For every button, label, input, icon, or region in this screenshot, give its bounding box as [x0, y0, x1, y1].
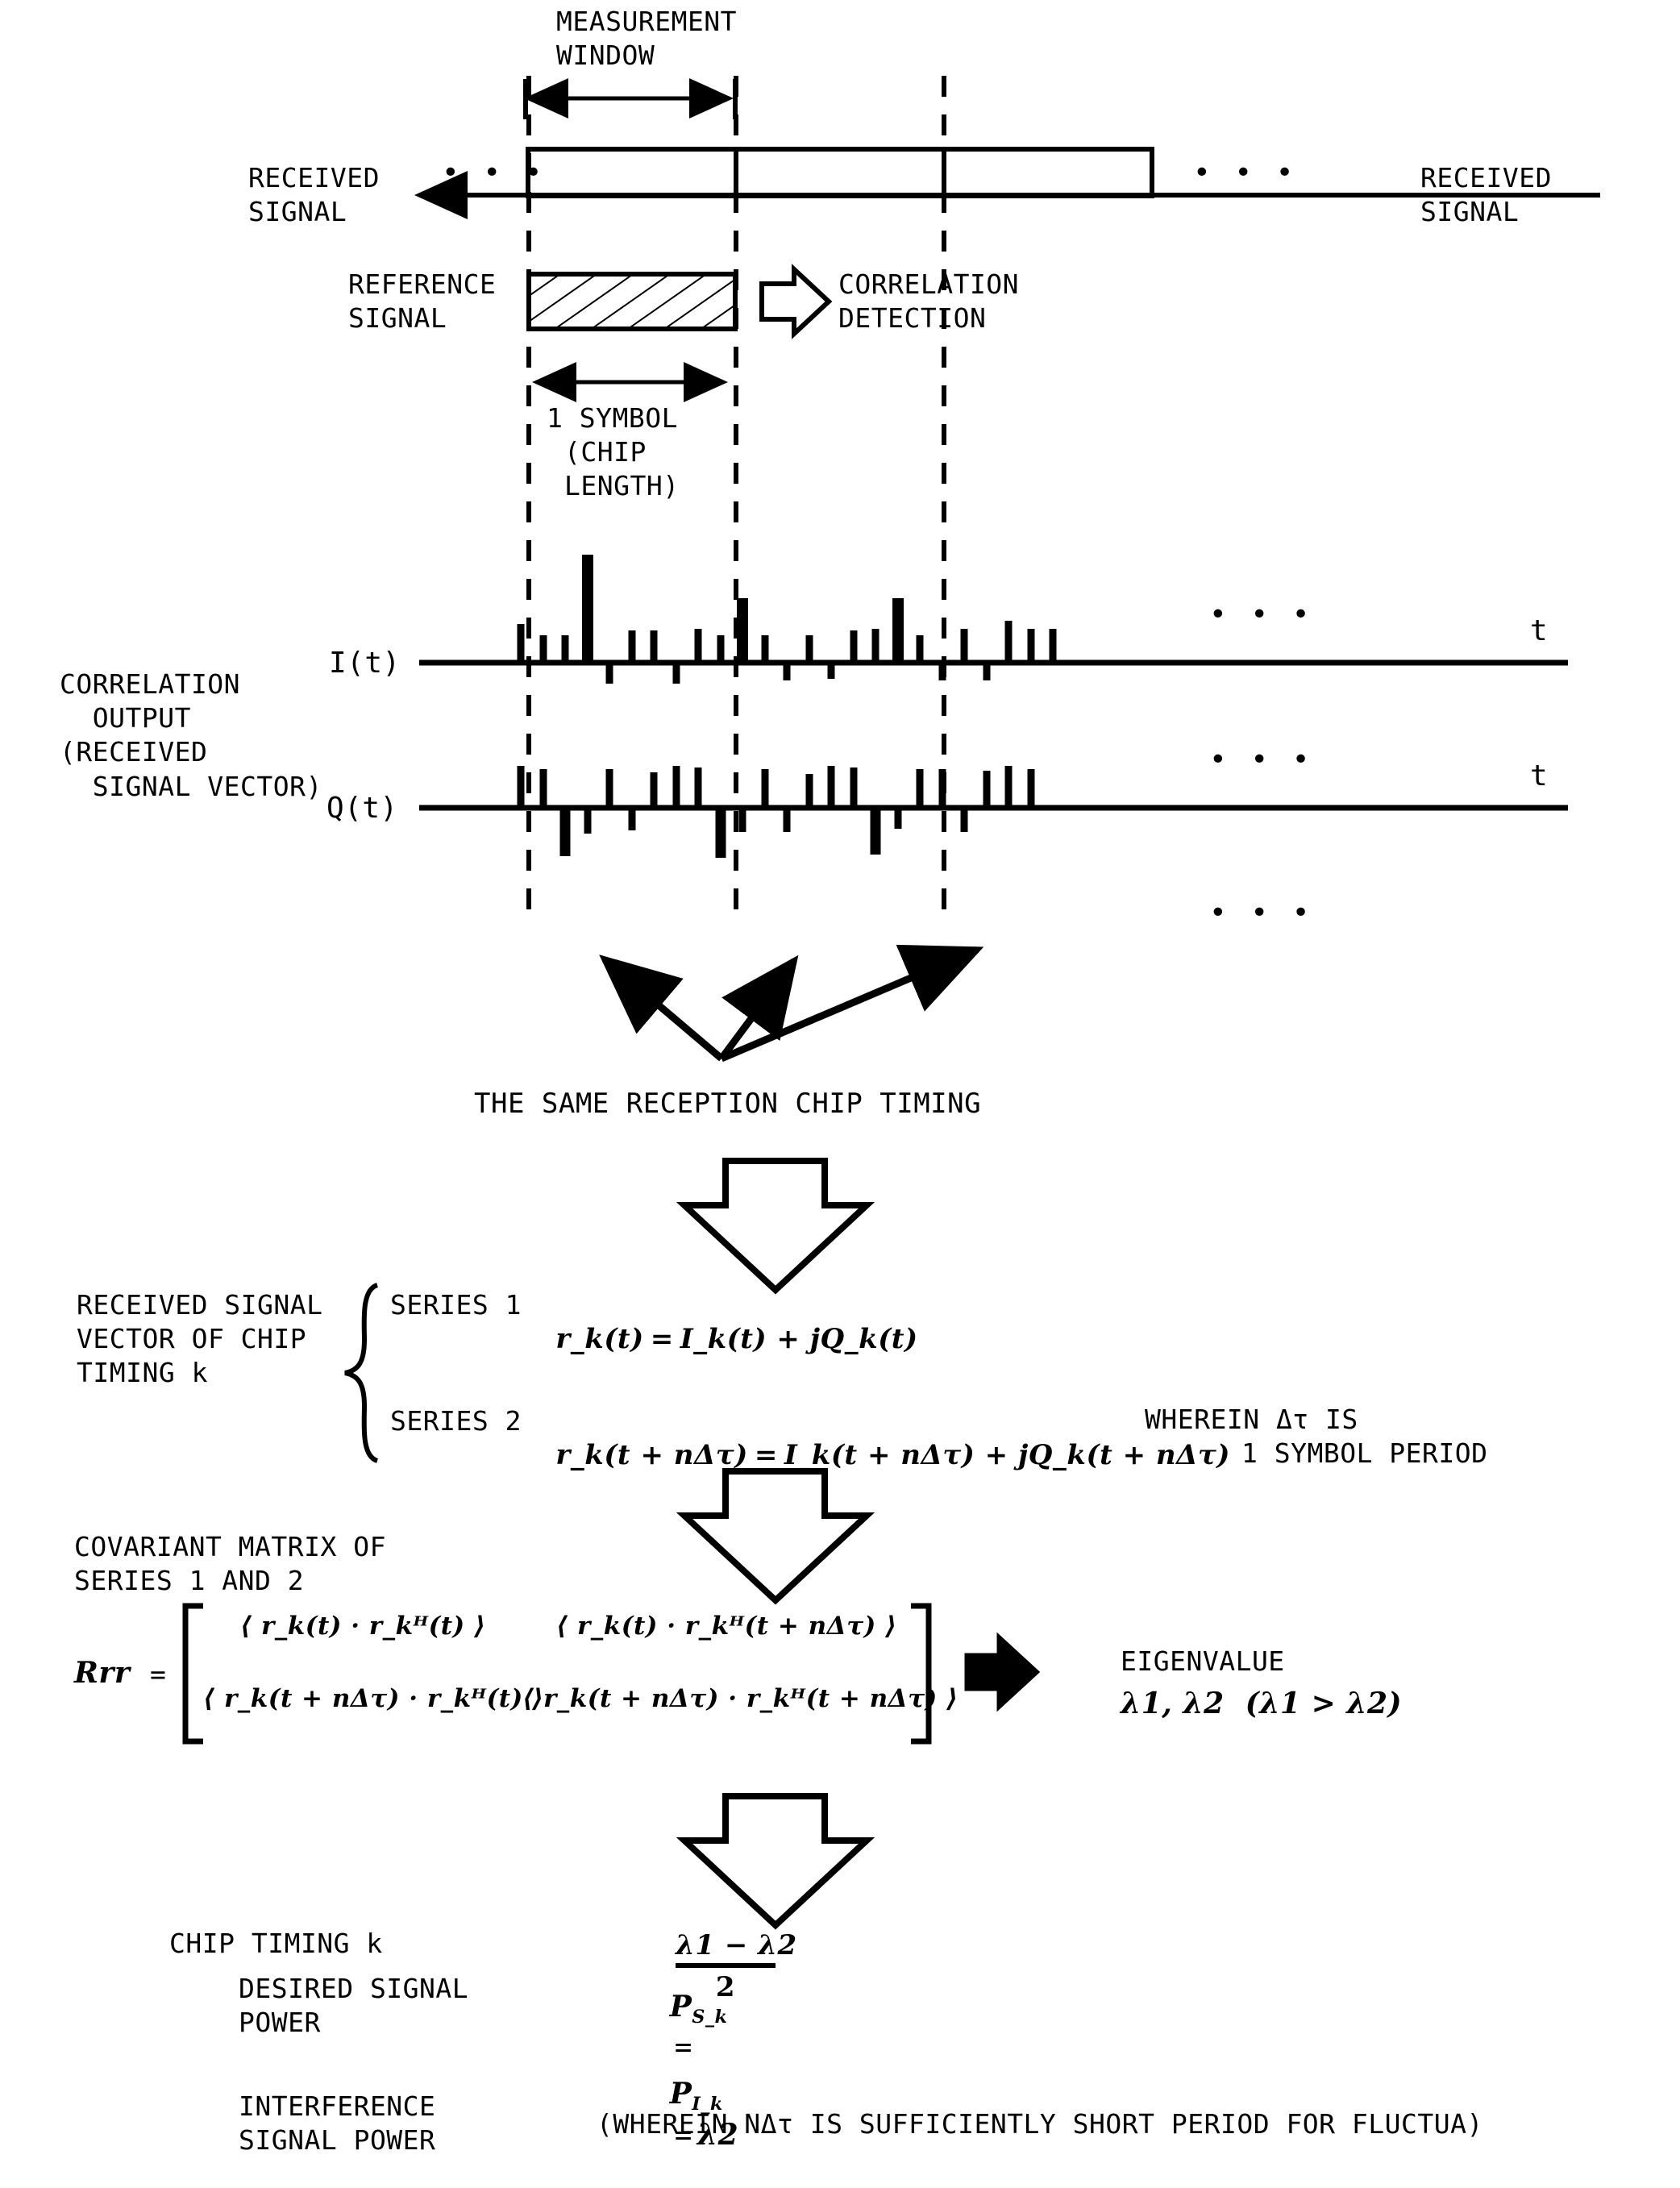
same-chip-timing-arrows — [599, 944, 984, 1063]
i-axis-label: I(t) — [329, 647, 401, 680]
patent-figure-page: MEASUREMENT WINDOW RECEIVED SIGNAL • • •… — [0, 0, 1680, 2188]
ellipsis-left-icon: • • • — [442, 156, 546, 189]
ps-denominator: 2 — [715, 1971, 736, 2003]
ellipsis-q-icon: • • • — [1209, 743, 1313, 776]
matrix-cell-21: ⟨ r_k(t + nΔτ) · r_kᴴ(t) ⟩ — [203, 1684, 544, 1713]
series2-formula: r_k(t + nΔτ) = I_k(t + nΔτ) + jQ_k(t + nΔτ… — [555, 1438, 1230, 1471]
q-axis-label: Q(t) — [326, 792, 398, 825]
reference-signal-label: REFERENCE SIGNAL — [348, 268, 497, 335]
series-curly-brace — [344, 1283, 379, 1463]
desired-signal-power-label-line2: POWER — [239, 2007, 321, 2038]
eigenvalue-heading: EIGENVALUE — [1121, 1645, 1285, 1677]
correlation-output-label: CORRELATION OUTPUT (RECEIVED SIGNAL VECT… — [60, 668, 322, 802]
chip-label: (CHIP — [564, 436, 647, 468]
matrix-cell-11: ⟨ r_k(t) · r_kᴴ(t) ⟩ — [240, 1612, 486, 1641]
series-left-label-line2: VECTOR OF CHIP — [77, 1323, 307, 1354]
matrix-equals: = — [150, 1658, 167, 1690]
ellipsis-bottom-icon: • • • — [1209, 896, 1313, 930]
i-signal-impulses — [517, 555, 1057, 684]
series2-prefix: SERIES 2 — [390, 1405, 522, 1437]
matrix-cell-22: ⟨ r_k(t + nΔτ) · r_kᴴ(t + nΔτ) ⟩ — [522, 1684, 959, 1713]
series-left-label-line3: TIMING k — [77, 1357, 208, 1388]
received-signal-left-label: RECEIVED SIGNAL — [248, 162, 380, 228]
series1-lhs: r_k(t) — [555, 1322, 644, 1355]
series1-prefix: SERIES 1 — [390, 1289, 522, 1321]
eigenvalue-values: λ1, λ2 (λ1 > λ2) — [1121, 1687, 1403, 1720]
correlation-detection-arrow — [759, 264, 833, 339]
matrix-heading-line1: COVARIANT MATRIX OF — [74, 1531, 386, 1562]
length-label: LENGTH) — [564, 470, 680, 501]
matrix-cell-12: ⟨ r_k(t) · r_kᴴ(t + nΔτ) ⟩ — [556, 1612, 897, 1641]
series-wherein-line2: 1 SYMBOL PERIOD — [1241, 1437, 1488, 1469]
correlation-detection-label: CORRELATION DETECTION — [838, 268, 1020, 335]
power-footnote: (WHEREIN NΔτ IS SUFFICIENTLY SHORT PERIO… — [597, 2108, 1483, 2140]
series1-formula: r_k(t) = I_k(t) + jQ_k(t) — [555, 1322, 918, 1355]
ps-subscript: S_k — [692, 2007, 728, 2028]
i-time-axis-label: t — [1530, 614, 1549, 647]
interference-signal-power-label-line1: INTERFERENCE — [239, 2090, 436, 2122]
same-chip-timing-caption: THE SAME RECEPTION CHIP TIMING — [474, 1088, 982, 1120]
series-wherein-line1: WHEREIN Δτ IS — [1145, 1404, 1358, 1435]
q-time-axis-label: t — [1530, 759, 1549, 792]
eigenvalue-arrow — [964, 1632, 1041, 1712]
q-signal-impulses — [517, 766, 1035, 858]
received-signal-right-label: RECEIVED SIGNAL — [1420, 162, 1552, 228]
one-symbol-label: 1 SYMBOL — [547, 402, 678, 434]
flow-arrow-3 — [676, 1793, 875, 1930]
measurement-window-label: MEASUREMENT WINDOW — [556, 6, 738, 72]
series2-lhs: r_k(t + nΔτ) — [555, 1438, 748, 1471]
ps-numerator: λ1 − λ2 — [676, 1929, 797, 1961]
flow-arrow-1 — [676, 1158, 875, 1295]
pi-symbol: P — [669, 2077, 692, 2111]
chip-timing-heading: CHIP TIMING k — [169, 1928, 383, 1959]
matrix-name: Rrr — [74, 1656, 131, 1690]
reference-signal-block — [526, 272, 738, 331]
ellipsis-i-icon: • • • — [1209, 598, 1313, 631]
desired-signal-power-label-line1: DESIRED SIGNAL — [239, 1973, 469, 2004]
measurement-window-arrow — [523, 78, 738, 119]
series-left-label-line1: RECEIVED SIGNAL — [77, 1289, 323, 1321]
series2-rhs: I_k(t + nΔτ) + jQ_k(t + nΔτ) — [784, 1438, 1230, 1471]
interference-signal-power-label-line2: SIGNAL POWER — [239, 2124, 436, 2156]
series1-rhs: I_k(t) + jQ_k(t) — [680, 1322, 918, 1355]
ellipsis-right-icon: • • • — [1193, 156, 1297, 189]
matrix-heading-line2: SERIES 1 AND 2 — [74, 1565, 305, 1596]
